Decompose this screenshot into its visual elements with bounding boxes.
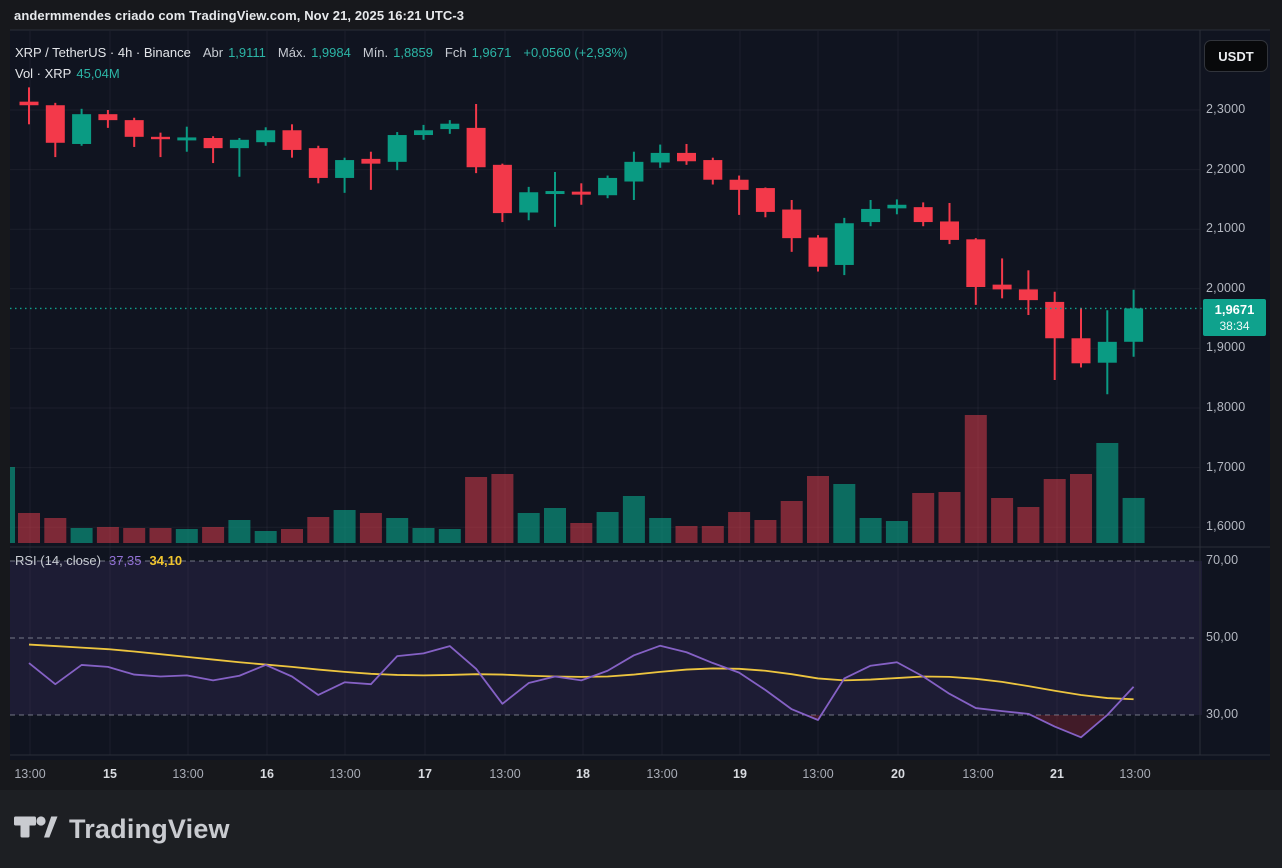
tradingview-logo-icon xyxy=(14,814,58,844)
currency-toggle-button[interactable]: USDT xyxy=(1204,40,1268,72)
tradingview-brand-text: TradingView xyxy=(69,814,230,845)
price-chart-canvas[interactable] xyxy=(0,0,1282,868)
tradingview-logo[interactable]: TradingView xyxy=(14,814,230,845)
footer-bar: TradingView xyxy=(0,790,1282,868)
